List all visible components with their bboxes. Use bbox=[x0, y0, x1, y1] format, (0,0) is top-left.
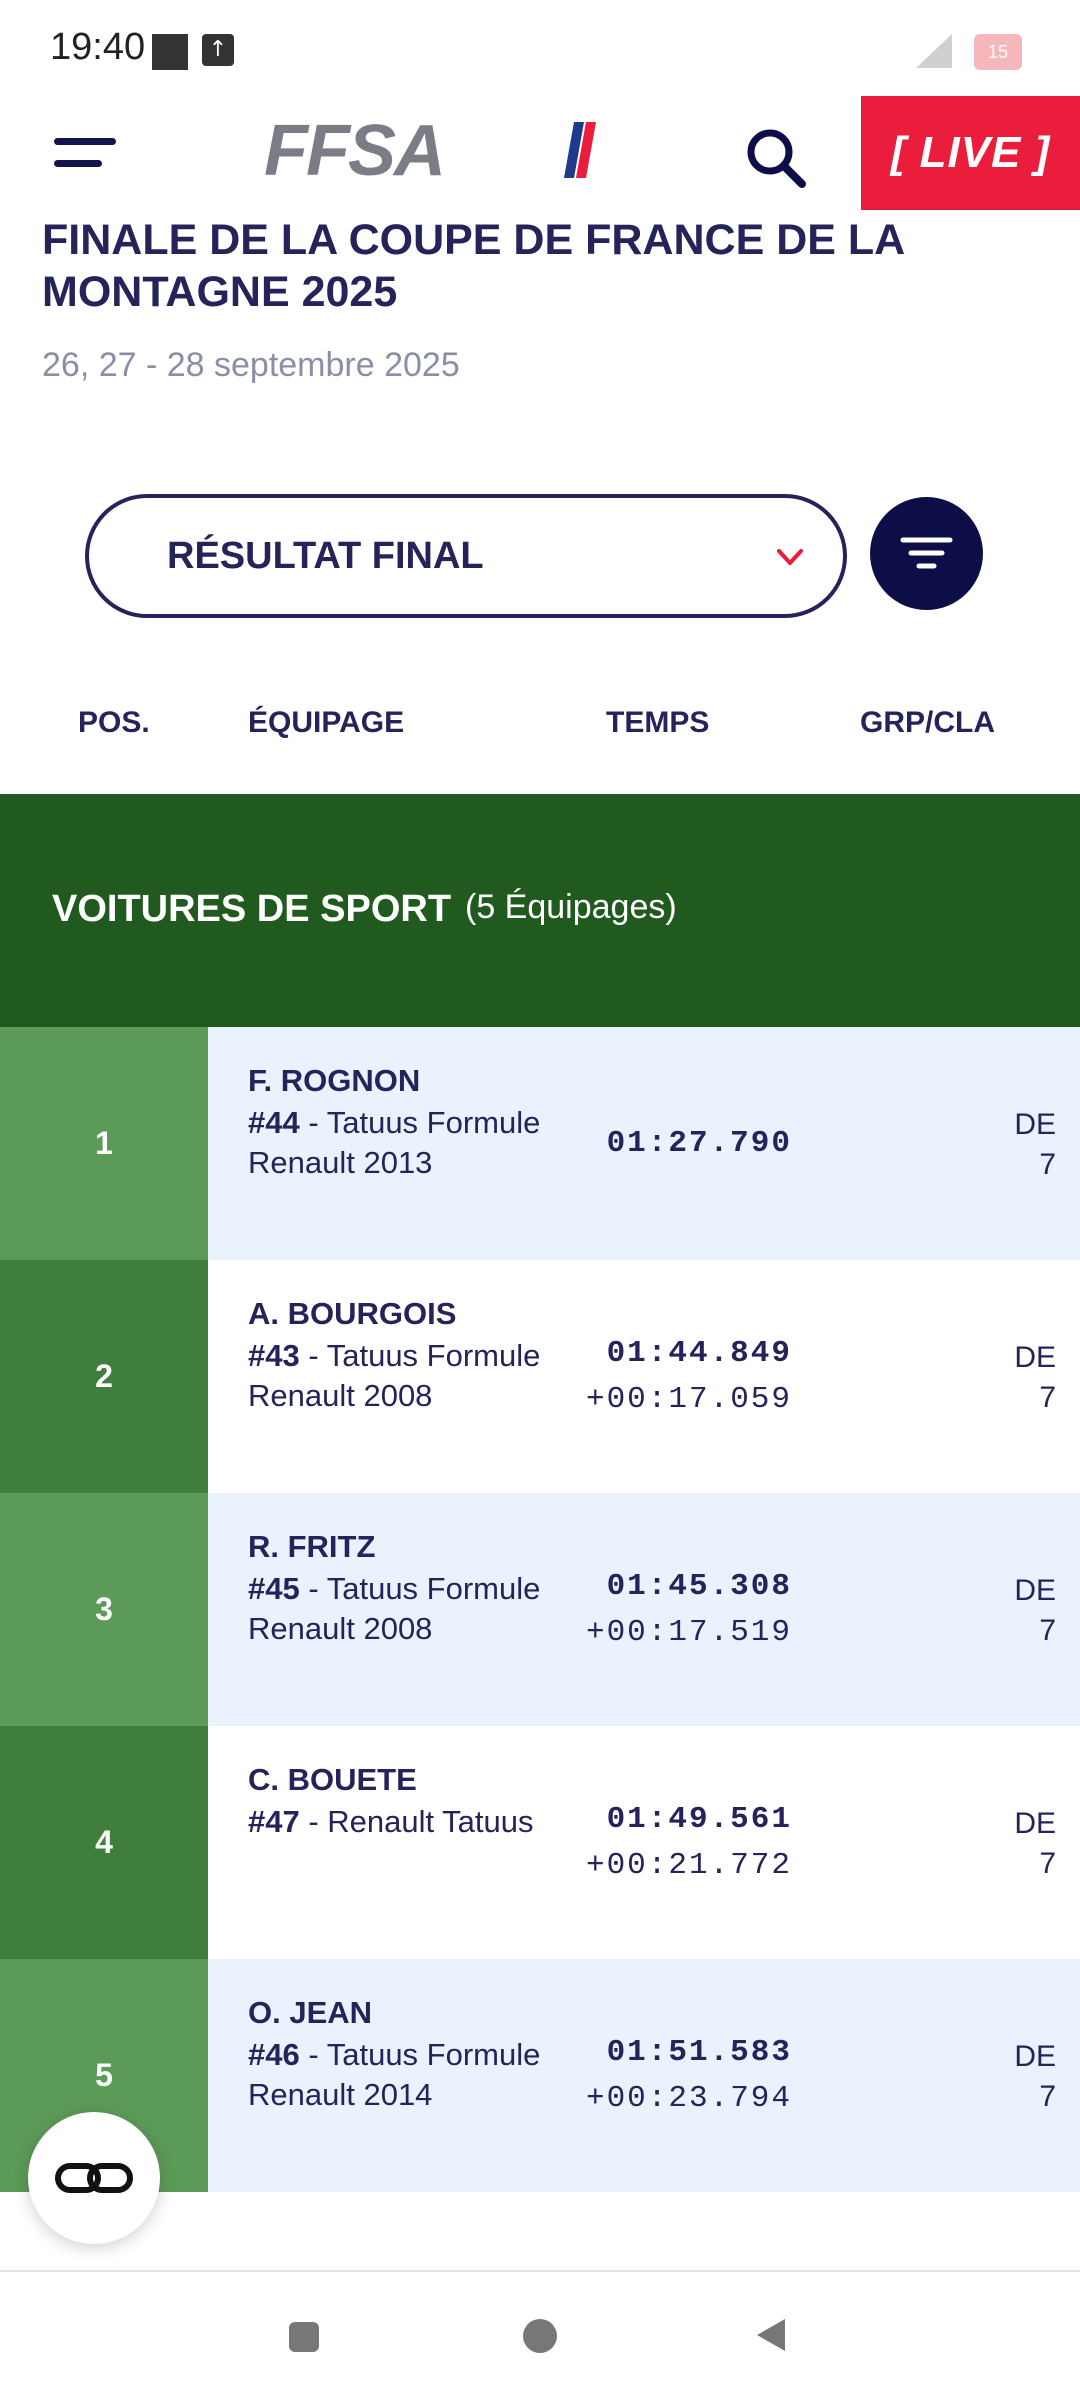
class-label: 7 bbox=[1039, 1381, 1056, 1414]
row-position: 1 bbox=[0, 1027, 208, 1260]
time-gap: +00:21.772 bbox=[585, 1847, 792, 1883]
column-header-time: TEMPS bbox=[606, 706, 710, 739]
car-model: - Renault Tatuus bbox=[299, 1804, 534, 1839]
group-label: DE bbox=[1014, 1341, 1056, 1374]
driver-name: R. FRITZ bbox=[248, 1529, 376, 1564]
result-time: 01:49.561 bbox=[606, 1801, 792, 1837]
hamburger-menu-icon[interactable] bbox=[54, 134, 120, 174]
notification-icon bbox=[152, 34, 188, 70]
driver-name: O. JEAN bbox=[248, 1995, 373, 2030]
status-bar: 19:40 ↑ 15 bbox=[0, 0, 1080, 96]
upload-icon: ↑ bbox=[202, 34, 234, 66]
recents-icon[interactable] bbox=[289, 2322, 319, 2352]
time-gap: +00:17.519 bbox=[585, 1614, 792, 1650]
event-date: 26, 27 - 28 septembre 2025 bbox=[42, 346, 460, 384]
column-header-grp: GRP/CLA bbox=[860, 706, 995, 739]
flag-mark-icon bbox=[564, 122, 596, 178]
ffsa-logo[interactable]: FFSA bbox=[264, 111, 604, 191]
result-row[interactable]: 2 A. BOURGOIS #43 - Tatuus Formule Renau… bbox=[0, 1260, 1080, 1493]
result-time: 01:27.790 bbox=[606, 1125, 792, 1161]
time-gap: +00:23.794 bbox=[585, 2080, 792, 2116]
result-type-select[interactable]: RÉSULTAT FINAL bbox=[85, 494, 847, 618]
row-position: 3 bbox=[0, 1493, 208, 1726]
home-icon[interactable] bbox=[523, 2319, 557, 2353]
car-number: #43 bbox=[248, 1338, 300, 1373]
driver-name: C. BOUETE bbox=[248, 1762, 417, 1797]
car-number: #44 bbox=[248, 1105, 300, 1140]
filter-icon bbox=[900, 537, 953, 569]
result-row[interactable]: 4 C. BOUETE #47 - Renault Tatuus 01:49.5… bbox=[0, 1726, 1080, 1959]
category-count: (5 Équipages) bbox=[465, 888, 677, 926]
class-label: 7 bbox=[1039, 1847, 1056, 1880]
category-name: VOITURES DE SPORT bbox=[52, 888, 452, 930]
result-row[interactable]: 5 O. JEAN #46 - Tatuus Formule Renault 2… bbox=[0, 1959, 1080, 2192]
status-time: 19:40 bbox=[50, 26, 146, 68]
group-label: DE bbox=[1014, 1807, 1056, 1840]
car-number: #45 bbox=[248, 1571, 300, 1606]
result-row[interactable]: 1 F. ROGNON #44 - Tatuus Formule Renault… bbox=[0, 1027, 1080, 1260]
group-label: DE bbox=[1014, 1108, 1056, 1141]
link-icon bbox=[55, 2163, 133, 2193]
signal-icon bbox=[916, 34, 952, 68]
class-label: 7 bbox=[1039, 1148, 1056, 1181]
battery-icon: 15 bbox=[974, 34, 1022, 70]
column-header-pos: POS. bbox=[78, 706, 150, 739]
search-icon[interactable] bbox=[744, 126, 808, 190]
live-button[interactable]: [ LIVE ] bbox=[861, 96, 1080, 210]
system-nav-bar bbox=[0, 2272, 1080, 2400]
group-label: DE bbox=[1014, 1574, 1056, 1607]
class-label: 7 bbox=[1039, 2080, 1056, 2113]
driver-name: A. BOURGOIS bbox=[248, 1296, 457, 1331]
driver-name: F. ROGNON bbox=[248, 1063, 421, 1098]
result-time: 01:51.583 bbox=[606, 2034, 792, 2070]
result-row[interactable]: 3 R. FRITZ #45 - Tatuus Formule Renault … bbox=[0, 1493, 1080, 1726]
car-number: #47 bbox=[248, 1804, 300, 1839]
column-header-crew: ÉQUIPAGE bbox=[248, 706, 405, 739]
car-number: #46 bbox=[248, 2037, 300, 2072]
time-gap: +00:17.059 bbox=[585, 1381, 792, 1417]
filter-button[interactable] bbox=[870, 497, 983, 610]
row-position: 4 bbox=[0, 1726, 208, 1959]
result-time: 01:44.849 bbox=[606, 1335, 792, 1371]
floating-link-button[interactable] bbox=[28, 2112, 160, 2244]
class-label: 7 bbox=[1039, 1614, 1056, 1647]
back-icon[interactable] bbox=[757, 2319, 785, 2351]
logo-text: FFSA bbox=[264, 111, 446, 191]
page-title: FINALE DE LA COUPE DE FRANCE DE LA MONTA… bbox=[42, 216, 904, 316]
app-header: FFSA [ LIVE ] bbox=[0, 96, 1080, 214]
group-label: DE bbox=[1014, 2040, 1056, 2073]
result-time: 01:45.308 bbox=[606, 1568, 792, 1604]
chevron-down-icon bbox=[777, 549, 803, 565]
category-header[interactable]: VOITURES DE SPORT (5 Équipages) bbox=[0, 794, 1080, 1027]
result-select-value: RÉSULTAT FINAL bbox=[167, 535, 484, 577]
row-position: 2 bbox=[0, 1260, 208, 1493]
